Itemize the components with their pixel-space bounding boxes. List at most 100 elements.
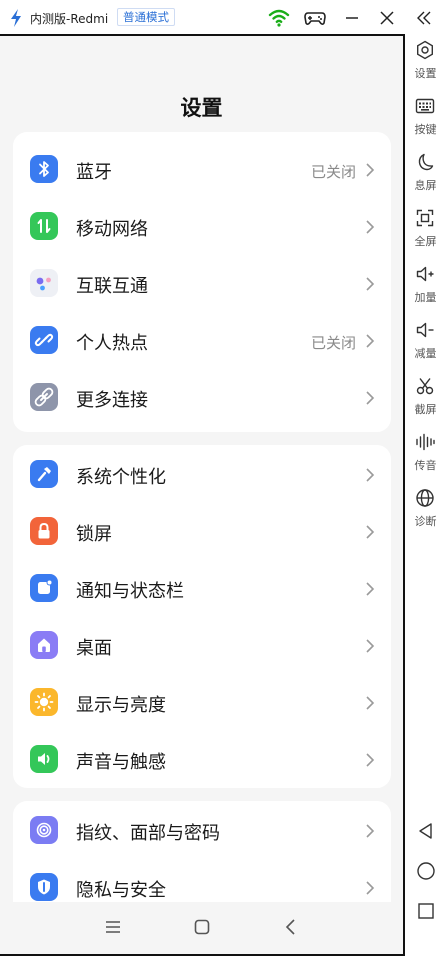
tool-screen-off[interactable]: 息屏 [405, 150, 446, 204]
phone-nav-bar [0, 902, 403, 954]
bluetooth-icon [30, 155, 58, 183]
brightness-icon [30, 688, 58, 716]
tool-label: 息屏 [414, 179, 437, 192]
mobile-data-icon [30, 212, 58, 240]
minimize-icon[interactable] [340, 6, 364, 30]
chevron-right-icon [366, 334, 375, 348]
tool-diagnose[interactable]: 诊断 [405, 486, 446, 540]
chevron-right-icon [366, 639, 375, 653]
settings-item-value: 已关闭 [310, 163, 356, 181]
settings-item-label: 个人热点 [76, 333, 148, 354]
chevron-right-icon [366, 881, 375, 895]
interconnect-icon [30, 269, 58, 297]
tool-panel: 设置 按键 息屏 全屏 加量 减量 截屏 传音 诊断 [405, 36, 446, 956]
personalization-icon [30, 460, 58, 488]
phone-screen: 设置 蓝牙 已关闭 移动网络 互联互通 个人热点 已关闭 更多连接 系统个性化 … [0, 34, 405, 956]
system-home-icon[interactable] [416, 861, 436, 881]
settings-item-label: 蓝牙 [76, 162, 112, 183]
chevron-right-icon [366, 824, 375, 838]
volume-up-icon [416, 266, 434, 282]
settings-item-label: 更多连接 [76, 390, 148, 411]
tool-label: 诊断 [414, 515, 437, 528]
chevron-right-icon [366, 220, 375, 234]
tool-keys[interactable]: 按键 [405, 94, 446, 148]
tool-volume-up[interactable]: 加量 [405, 262, 446, 316]
tool-fullscreen[interactable]: 全屏 [405, 206, 446, 260]
settings-item-label: 通知与状态栏 [76, 581, 184, 602]
settings-item-home-screen[interactable]: 桌面 [13, 617, 391, 674]
collapse-panel-icon[interactable] [412, 6, 436, 30]
home-screen-icon [30, 631, 58, 659]
settings-item-notifications[interactable]: 通知与状态栏 [13, 560, 391, 617]
settings-group-personalization: 系统个性化 锁屏 通知与状态栏 桌面 显示与亮度 声音与触感 [13, 445, 391, 788]
privacy-icon [30, 873, 58, 901]
tool-audio[interactable]: 传音 [405, 430, 446, 484]
audio-wave-icon [416, 433, 435, 451]
settings-item-display[interactable]: 显示与亮度 [13, 674, 391, 731]
sound-icon [30, 745, 58, 773]
settings-item-sound[interactable]: 声音与触感 [13, 731, 391, 788]
settings-item-label: 桌面 [76, 638, 112, 659]
mode-badge[interactable]: 普通模式 [117, 8, 175, 26]
hotspot-icon [30, 326, 58, 354]
chevron-right-icon [366, 277, 375, 291]
settings-item-label: 隐私与安全 [76, 880, 166, 901]
tool-label: 截屏 [414, 403, 437, 416]
tool-label: 按键 [414, 123, 437, 136]
fullscreen-icon [416, 209, 434, 227]
menu-icon[interactable] [102, 916, 124, 938]
chevron-right-icon [366, 696, 375, 710]
scissors-icon [416, 378, 434, 395]
tool-settings[interactable]: 设置 [405, 38, 446, 92]
tool-screenshot[interactable]: 截屏 [405, 374, 446, 428]
moon-icon [418, 153, 434, 171]
chevron-right-icon [366, 163, 375, 177]
settings-item-bluetooth[interactable]: 蓝牙 已关闭 [13, 141, 391, 198]
chevron-right-icon [366, 753, 375, 767]
home-icon[interactable] [191, 916, 213, 938]
tool-label: 设置 [414, 67, 437, 80]
chevron-right-icon [366, 525, 375, 539]
app-logo-icon [11, 9, 21, 27]
settings-item-label: 系统个性化 [76, 467, 166, 488]
lock-icon [30, 517, 58, 545]
settings-item-mobile-network[interactable]: 移动网络 [13, 198, 391, 255]
wifi-icon [268, 9, 290, 27]
settings-item-label: 指纹、面部与密码 [76, 823, 220, 844]
settings-item-label: 锁屏 [76, 524, 112, 545]
settings-item-fingerprint[interactable]: 指纹、面部与密码 [13, 802, 391, 859]
tool-label: 全屏 [414, 235, 437, 248]
chevron-right-icon [366, 582, 375, 596]
settings-item-interconnect[interactable]: 互联互通 [13, 255, 391, 312]
settings-item-label: 互联互通 [76, 276, 148, 297]
fingerprint-icon [30, 816, 58, 844]
settings-item-hotspot[interactable]: 个人热点 已关闭 [13, 312, 391, 369]
back-icon[interactable] [280, 916, 302, 938]
tool-label: 减量 [414, 347, 437, 360]
tool-label: 加量 [414, 291, 437, 304]
settings-item-lock-screen[interactable]: 锁屏 [13, 503, 391, 560]
close-icon[interactable] [375, 6, 399, 30]
settings-item-more-connections[interactable]: 更多连接 [13, 369, 391, 426]
volume-down-icon [416, 322, 434, 338]
gamepad-icon[interactable] [303, 6, 327, 30]
more-connections-icon [30, 383, 58, 411]
settings-item-label: 显示与亮度 [76, 695, 166, 716]
tool-volume-down[interactable]: 减量 [405, 318, 446, 372]
system-recents-icon[interactable] [416, 901, 436, 921]
settings-icon [417, 40, 433, 60]
chevron-right-icon [366, 468, 375, 482]
keyboard-icon [415, 98, 435, 114]
page-title: 设置 [180, 96, 223, 120]
tool-label: 传音 [414, 459, 437, 472]
settings-item-label: 声音与触感 [76, 752, 166, 773]
chevron-right-icon [366, 391, 375, 405]
window-titlebar: 内测版-Redmi 普通模式 [0, 0, 446, 36]
window-title: 内测版-Redmi [30, 12, 109, 26]
settings-group-connections: 蓝牙 已关闭 移动网络 互联互通 个人热点 已关闭 更多连接 [13, 132, 391, 432]
globe-icon [416, 489, 434, 507]
settings-item-value: 已关闭 [310, 334, 356, 352]
settings-item-label: 移动网络 [76, 219, 148, 240]
system-back-icon[interactable] [416, 821, 436, 841]
settings-item-personalization[interactable]: 系统个性化 [13, 446, 391, 503]
